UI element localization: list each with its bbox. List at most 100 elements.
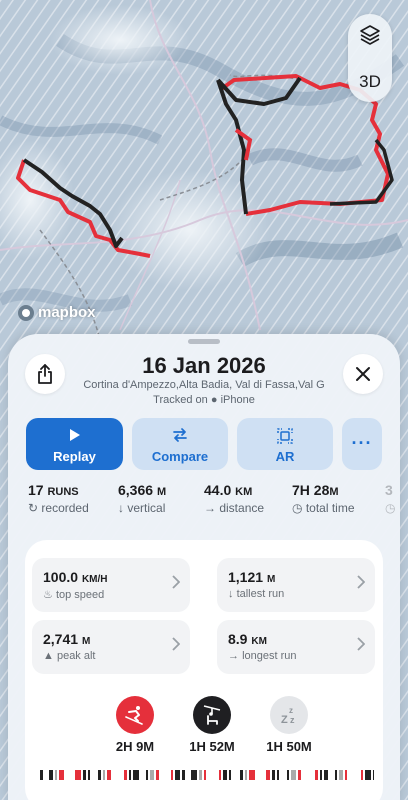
timeline-segment	[191, 770, 197, 780]
day-summary-sheet[interactable]: 16 Jan 2026 Cortina d'Ampezzo,Alta Badia…	[8, 334, 400, 800]
stat-distance-unit: KM	[235, 486, 253, 498]
timeline-segment	[249, 770, 255, 780]
stat-vertical-value: 6,366	[118, 482, 154, 498]
timeline-segment	[229, 770, 231, 780]
rest-time: 1H 50M	[266, 739, 312, 754]
swap-icon	[173, 428, 187, 442]
timeline-segment	[55, 770, 57, 780]
layers-icon[interactable]	[359, 24, 381, 46]
timeline-segment	[98, 770, 101, 780]
ar-button[interactable]: AR	[237, 418, 333, 470]
sleep-icon: z Z z	[270, 696, 308, 734]
timeline-segment	[146, 770, 148, 780]
replay-label: Replay	[53, 449, 96, 464]
timeline-segment	[199, 770, 202, 780]
activity-lift[interactable]: 1H 52M	[184, 696, 240, 754]
timeline-segment	[133, 770, 139, 780]
stat-vertical-label: vertical	[127, 501, 166, 515]
timeline-segment	[339, 770, 343, 780]
svg-text:z: z	[289, 706, 293, 715]
chairlift-icon	[193, 696, 231, 734]
timeline-segment	[204, 770, 206, 780]
longest-run-value: 8.9	[228, 631, 248, 647]
timeline-segment	[277, 770, 279, 780]
tallest-run-card[interactable]: 1,121 M ↓ tallest run	[217, 558, 375, 612]
timeline-segment	[175, 770, 180, 780]
timeline-segment	[298, 770, 301, 780]
activity-skiing[interactable]: 2H 9M	[107, 696, 163, 754]
timeline-segment	[107, 770, 111, 780]
replay-button[interactable]: Replay	[26, 418, 123, 470]
clock-icon: ◷	[292, 501, 303, 515]
timeline-segment	[272, 770, 275, 780]
stat-runs-value: 17	[28, 482, 44, 498]
timeline-segment	[320, 770, 322, 780]
timeline-segment	[345, 770, 347, 780]
timeline-segment	[223, 770, 227, 780]
timeline-segment	[40, 770, 43, 780]
timeline-segment	[365, 770, 371, 780]
mapbox-attribution[interactable]: mapbox	[18, 304, 96, 321]
tracked-prefix: Tracked on	[153, 394, 208, 406]
timeline-segment	[361, 770, 363, 780]
svg-text:z: z	[290, 715, 295, 725]
timeline-segment	[59, 770, 64, 780]
timeline-segment	[88, 770, 90, 780]
play-icon	[69, 429, 80, 441]
stat-vertical: 6,366 M ↓ vertical	[118, 482, 166, 515]
mapbox-logo-icon	[18, 304, 34, 321]
more-icon: ···	[351, 433, 373, 453]
timeline-segment	[287, 770, 289, 780]
timeline-segment	[245, 770, 247, 780]
ar-icon	[277, 428, 293, 444]
timeline-segment	[171, 770, 173, 780]
peak-alt-card[interactable]: 2,741 M ▲ peak alt	[32, 620, 190, 674]
top-speed-card[interactable]: 100.0 KM/H ♨ top speed	[32, 558, 190, 612]
timeline-segment	[49, 770, 53, 780]
map-layers-control[interactable]: 3D	[348, 14, 392, 102]
timeline-segment	[182, 770, 185, 780]
apple-icon: ●	[210, 394, 218, 406]
timeline-segment	[291, 770, 296, 780]
timeline-segment	[156, 770, 159, 780]
arrow-right-icon: →	[204, 501, 216, 515]
stat-runs-label: recorded	[41, 501, 89, 515]
arrow-right-icon: →	[228, 650, 239, 662]
device-name: iPhone	[220, 394, 255, 406]
timeline-segment	[150, 770, 154, 780]
compare-button[interactable]: Compare	[132, 418, 228, 470]
stat-distance: 44.0 KM → distance	[204, 482, 264, 515]
activity-timeline[interactable]	[40, 770, 374, 780]
longest-run-card[interactable]: 8.9 KM → longest run	[217, 620, 375, 674]
resort-list: Cortina d'Ampezzo,Alta Badia, Val di Fas…	[83, 379, 325, 391]
tallest-run-label: tallest run	[236, 588, 285, 600]
more-button[interactable]: ···	[342, 418, 382, 470]
refresh-icon: ↻	[28, 501, 39, 515]
3d-toggle[interactable]: 3D	[348, 72, 392, 92]
timeline-segment	[324, 770, 328, 780]
stat-overflow: 3 ◷	[385, 482, 396, 515]
stat-distance-value: 44.0	[204, 482, 232, 498]
timeline-segment	[129, 770, 131, 780]
stat-time-label: total time	[305, 501, 355, 515]
tallest-run-unit: M	[266, 574, 276, 585]
timeline-segment	[219, 770, 221, 780]
timeline-segment	[83, 770, 86, 780]
longest-run-unit: KM	[251, 636, 267, 647]
peak-alt-label: peak alt	[56, 650, 96, 662]
details-panel: 100.0 KM/H ♨ top speed 1,121 M ↓ tallest…	[25, 540, 383, 800]
ar-label: AR	[275, 449, 295, 464]
longest-run-label: longest run	[242, 650, 297, 662]
timeline-segment	[266, 770, 270, 780]
arrow-down-icon: ↓	[228, 588, 234, 600]
stat-distance-label: distance	[219, 501, 265, 515]
summary-stats[interactable]: 17 RUNS ↻ recorded 6,366 M ↓ vertical 44…	[8, 482, 400, 516]
mountain-icon: ▲	[43, 650, 54, 662]
peak-alt-value: 2,741	[43, 631, 79, 647]
sheet-grabber[interactable]	[188, 339, 220, 344]
timeline-segment	[315, 770, 318, 780]
peak-alt-unit: M	[81, 636, 91, 647]
stat-vertical-unit: M	[156, 486, 167, 498]
activity-rest[interactable]: z Z z 1H 50M	[261, 696, 317, 754]
compare-label: Compare	[151, 449, 209, 464]
